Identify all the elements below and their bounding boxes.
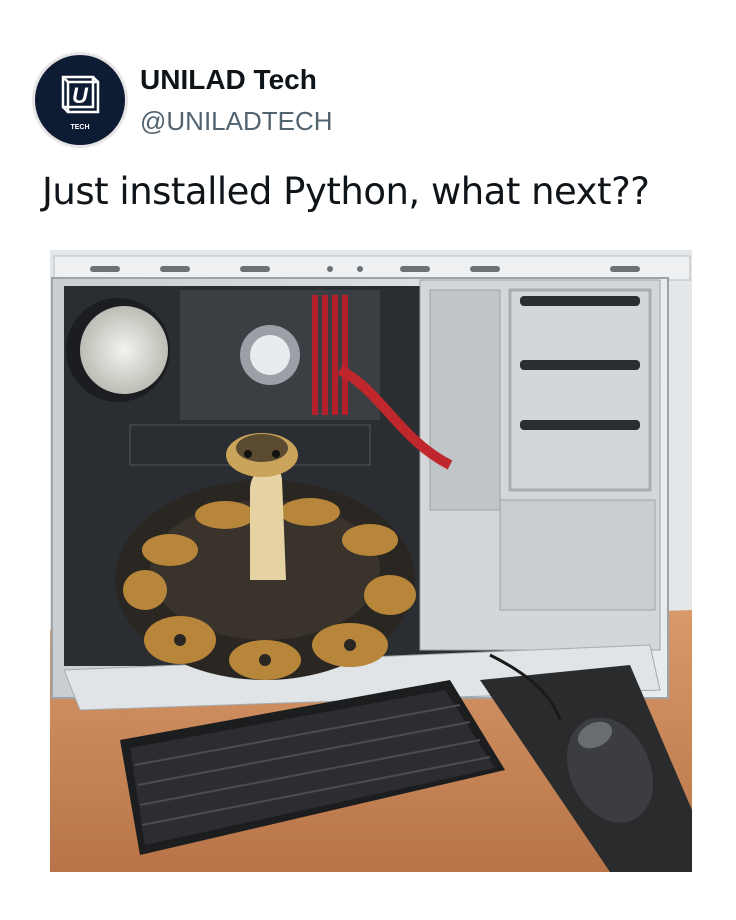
author-display-name[interactable]: UNILAD Tech	[140, 64, 317, 96]
tweet-text: Just installed Python, what next??	[42, 170, 650, 213]
avatar-logo-sub: TECH	[70, 124, 89, 131]
snake-in-pc-case-image	[50, 250, 692, 872]
unilad-logo-icon: U TECH	[61, 75, 100, 131]
avatar[interactable]: U TECH	[32, 52, 128, 148]
author-handle: @UNILADTECH	[140, 106, 333, 136]
fan-icon	[80, 306, 168, 394]
avatar-logo-letter: U	[72, 83, 89, 108]
tweet-photo[interactable]	[50, 250, 692, 872]
